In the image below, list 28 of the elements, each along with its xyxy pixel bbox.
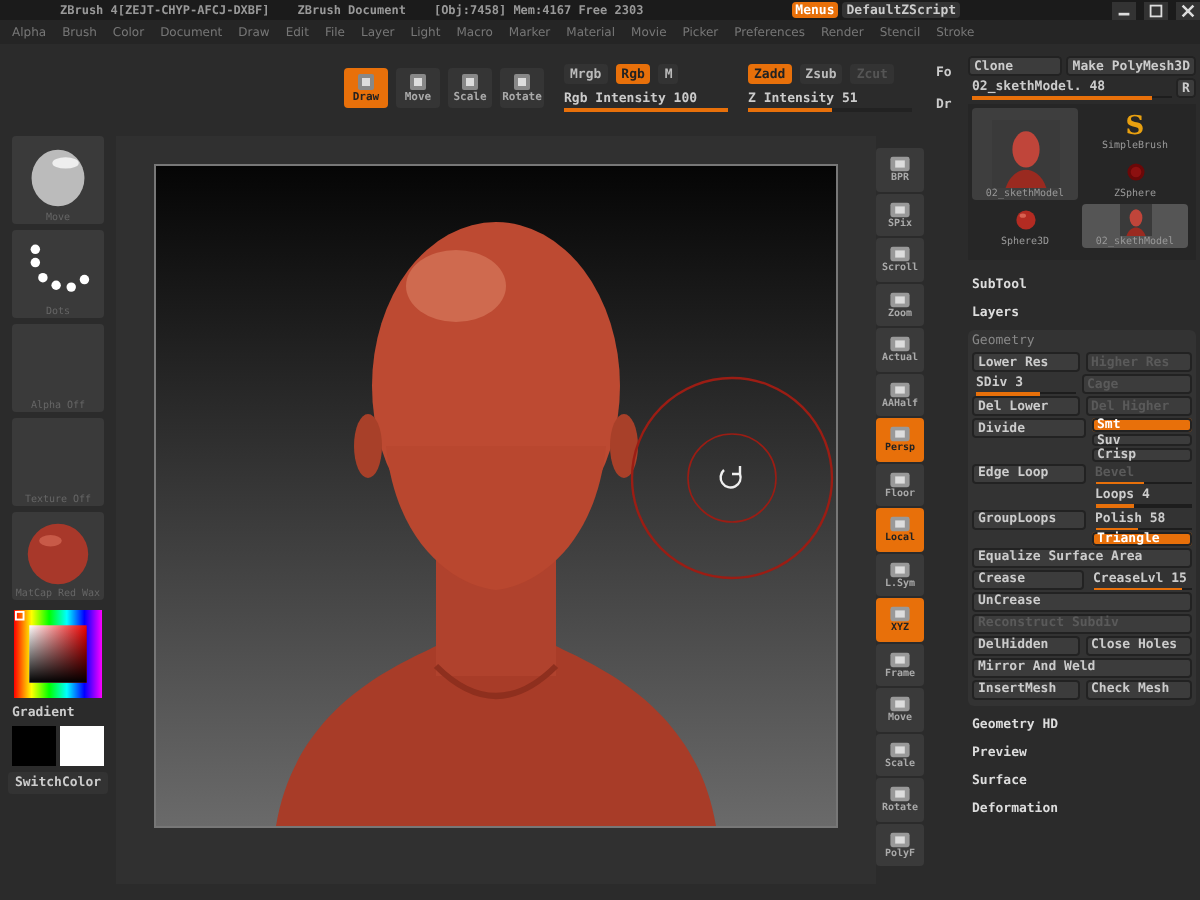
brush-glyph: S [1125, 114, 1145, 140]
tool-icon [888, 334, 912, 355]
tool-icon [888, 379, 912, 400]
tool-icon [888, 199, 912, 220]
tool-icon [888, 649, 912, 670]
tool-icon [888, 559, 912, 580]
color-swatch[interactable] [12, 726, 56, 766]
tool-icon [888, 694, 912, 715]
tool-icon [888, 784, 912, 805]
tool-icon [888, 469, 912, 490]
tool-icon [460, 71, 480, 92]
tool-icon [356, 71, 376, 92]
tool-icon [888, 154, 912, 175]
tool-icon [888, 604, 912, 625]
tool-icon [888, 514, 912, 535]
tool-icon [512, 71, 532, 92]
color-swatch[interactable] [60, 726, 104, 766]
tool-icon [888, 739, 912, 760]
tool-icon [888, 424, 912, 445]
tool-icon [888, 244, 912, 265]
canvas[interactable] [116, 136, 876, 884]
close-icon[interactable] [1176, 1, 1200, 19]
restore-icon[interactable] [1144, 1, 1168, 19]
color-picker[interactable] [14, 610, 102, 698]
minimize-icon[interactable] [1112, 1, 1136, 19]
tool-icon [888, 829, 912, 850]
tool-icon [888, 289, 912, 310]
tool-icon [408, 71, 428, 92]
